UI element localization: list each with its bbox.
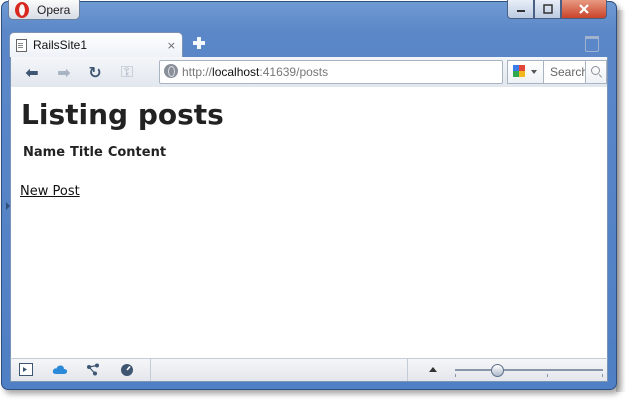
column-header-content: Content: [107, 145, 167, 160]
window-shadow: [616, 10, 626, 392]
status-divider: [407, 359, 408, 381]
search-icon: [591, 66, 600, 75]
url-scheme: http://: [182, 65, 213, 79]
globe-icon: [164, 64, 178, 78]
column-header-name: Name: [23, 145, 66, 160]
window-controls: [507, 0, 607, 19]
page-title: Listing posts: [21, 98, 224, 131]
tab-title: RailsSite1: [33, 38, 88, 52]
zoom-slider-tick: [547, 374, 548, 377]
opera-menu-label: Opera: [37, 2, 71, 17]
status-bar: [10, 358, 608, 382]
tab-railssite1[interactable]: RailsSite1 ×: [9, 32, 183, 57]
google-icon: [513, 65, 526, 78]
close-icon: [579, 4, 589, 14]
search-placeholder: Search: [550, 65, 589, 79]
chevron-down-icon: [531, 70, 537, 74]
turbo-gauge-icon[interactable]: [120, 363, 134, 376]
tab-close-icon[interactable]: ×: [167, 39, 176, 52]
opera-logo-icon: [15, 1, 29, 18]
reload-icon[interactable]: ↻: [86, 63, 104, 82]
url-rest: :41639/posts: [259, 65, 329, 79]
panel-toggle-arrow-icon[interactable]: [6, 202, 10, 210]
close-window-button[interactable]: [561, 0, 607, 19]
minimize-icon: [516, 10, 525, 12]
address-field[interactable]: http://localhost:41639/posts: [159, 60, 503, 84]
new-post-link[interactable]: New Post: [20, 184, 80, 199]
key-icon[interactable]: ⚿: [118, 62, 136, 81]
search-button[interactable]: [585, 60, 607, 84]
zoom-slider-tick: [602, 374, 603, 377]
cloud-icon[interactable]: [52, 363, 68, 376]
zoom-slider-thumb[interactable]: [491, 364, 504, 377]
trash-icon[interactable]: [585, 36, 599, 52]
opera-menu-button[interactable]: Opera: [8, 0, 80, 20]
forward-icon[interactable]: ➡: [55, 63, 73, 82]
unite-network-icon[interactable]: [86, 363, 100, 376]
minimize-button[interactable]: [507, 0, 534, 19]
column-header-title: Title: [70, 145, 103, 160]
zoom-slider-tick: [455, 374, 456, 377]
panel-toggle-icon[interactable]: [19, 363, 33, 376]
search-engine-selector[interactable]: [507, 60, 544, 84]
maximize-button[interactable]: [534, 0, 561, 19]
page-icon: [16, 38, 27, 52]
page-content: Listing posts Name Title Content New Pos…: [10, 87, 608, 358]
back-icon[interactable]: ⬅: [23, 63, 41, 82]
status-divider: [150, 359, 151, 381]
url-host: localhost: [212, 65, 260, 79]
new-tab-icon[interactable]: [192, 36, 206, 50]
zoom-options-icon[interactable]: [429, 367, 437, 372]
zoom-slider[interactable]: [455, 369, 603, 371]
posts-table-header: Name Title Content: [23, 145, 166, 160]
url-text[interactable]: http://localhost:41639/posts: [182, 65, 328, 79]
search-input[interactable]: Search: [543, 60, 589, 84]
maximize-icon: [542, 4, 553, 14]
navigation-toolbar: ⬅ ➡ ↻ ⚿ http://localhost:41639/posts Sea…: [10, 57, 608, 87]
